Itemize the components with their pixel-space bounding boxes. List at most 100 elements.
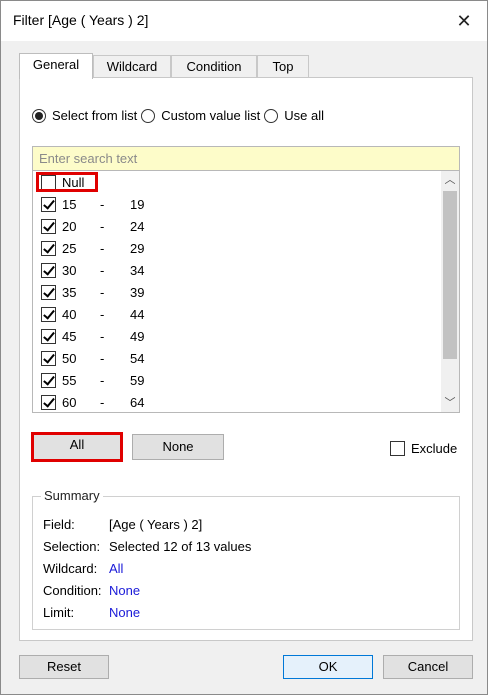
range-separator: - [100,328,105,344]
range-separator: - [100,262,105,278]
range-separator: - [100,196,105,212]
chevron-down-icon[interactable]: ﹀ [441,394,459,412]
summary-key: Condition: [43,583,102,598]
range-separator: - [100,240,105,256]
selection-mode-group: Select from list Custom value list Use a… [32,108,328,123]
radio-select-from-list-label[interactable]: Select from list [52,108,137,123]
radio-select-from-list[interactable] [32,108,46,123]
list-item[interactable]: 20 - 24 [41,215,144,237]
exclude-checkbox[interactable] [390,441,405,456]
checkbox[interactable] [41,372,56,388]
radio-use-all[interactable] [264,108,279,123]
range-from: 45 [62,328,77,344]
list-item[interactable]: 40 - 44 [41,303,144,325]
list-item-null[interactable]: Null [41,171,84,193]
list-item[interactable]: 55 - 59 [41,369,144,391]
ok-button[interactable]: OK [283,655,373,679]
checkbox[interactable] [41,262,56,278]
checkbox[interactable] [41,394,56,410]
list-scrollbar[interactable]: ︿ ﹀ [441,171,459,412]
range-to: 24 [130,218,145,234]
reset-button[interactable]: Reset [19,655,109,679]
summary-row-selection: Selection: Selected 12 of 13 values [43,539,251,554]
list-item-label: Null [62,174,85,190]
range-to: 29 [130,240,145,256]
range-from: 35 [62,284,77,300]
checkbox[interactable] [41,328,56,344]
range-from: 40 [62,306,77,322]
summary-group: Summary Field: [Age ( Years ) 2] Selecti… [32,488,460,630]
list-item[interactable]: 60 - 64 [41,391,144,413]
summary-row-limit: Limit: None [43,605,140,620]
summary-row-condition: Condition: None [43,583,140,598]
summary-value: Selected 12 of 13 values [109,539,252,554]
list-item[interactable]: 45 - 49 [41,325,144,347]
range-to: 49 [130,328,145,344]
cancel-button[interactable]: Cancel [383,655,473,679]
radio-custom-value-list[interactable] [141,108,156,123]
summary-legend: Summary [41,488,103,503]
range-to: 54 [130,350,145,366]
range-separator: - [100,394,105,410]
all-button[interactable]: All [31,432,123,462]
range-to: 59 [130,372,145,388]
tab-condition[interactable]: Condition [171,55,257,78]
summary-key: Field: [43,517,75,532]
summary-row-wildcard: Wildcard: All [43,561,123,576]
range-separator: - [100,218,105,234]
range-to: 34 [130,262,145,278]
close-icon[interactable]: ✕ [449,7,479,35]
range-from: 25 [62,240,77,256]
search-input[interactable] [32,146,460,171]
range-from: 60 [62,394,77,410]
range-separator: - [100,306,105,322]
limit-link[interactable]: None [109,605,140,620]
checkbox-null[interactable] [41,174,56,190]
exclude-label: Exclude [411,441,458,456]
range-from: 20 [62,218,77,234]
list-item[interactable]: 35 - 39 [41,281,144,303]
range-from: 55 [62,372,77,388]
condition-link[interactable]: None [109,583,140,598]
tab-general[interactable]: General [19,53,93,79]
wildcard-link[interactable]: All [109,561,123,576]
checkbox[interactable] [41,306,56,322]
summary-row-field: Field: [Age ( Years ) 2] [43,517,202,532]
general-panel: Select from list Custom value list Use a… [19,77,473,641]
none-button[interactable]: None [132,434,224,460]
checkbox[interactable] [41,350,56,366]
summary-key: Selection: [43,539,101,554]
filter-dialog: Filter [Age ( Years ) 2] ✕ General Wildc… [0,0,488,695]
range-separator: - [100,372,105,388]
range-separator: - [100,284,105,300]
range-to: 19 [130,196,145,212]
list-item[interactable]: 25 - 29 [41,237,144,259]
summary-value: [Age ( Years ) 2] [109,517,203,532]
range-separator: - [100,350,105,366]
list-item[interactable]: 30 - 34 [41,259,144,281]
tab-top[interactable]: Top [257,55,309,78]
tab-wildcard[interactable]: Wildcard [93,55,171,78]
list-item[interactable]: 50 - 54 [41,347,144,369]
checkbox[interactable] [41,196,56,212]
title-bar: Filter [Age ( Years ) 2] ✕ [1,1,487,41]
range-from: 50 [62,350,77,366]
value-list: Null 15 - 19 20 - 24 25 - 29 30 - 34 35 … [32,171,460,413]
dialog-title: Filter [Age ( Years ) 2] [13,12,149,28]
list-item[interactable]: 15 - 19 [41,193,144,215]
checkbox[interactable] [41,240,56,256]
summary-key: Wildcard: [43,561,98,576]
range-to: 64 [130,394,145,410]
radio-custom-value-list-label[interactable]: Custom value list [161,108,260,123]
checkbox[interactable] [41,218,56,234]
scroll-thumb[interactable] [443,191,457,359]
checkbox[interactable] [41,284,56,300]
range-from: 15 [62,196,77,212]
range-to: 39 [130,284,145,300]
exclude-option[interactable]: Exclude [390,441,457,456]
tab-strip: General Wildcard Condition Top [19,53,309,79]
range-to: 44 [130,306,145,322]
chevron-up-icon[interactable]: ︿ [441,171,459,189]
radio-use-all-label[interactable]: Use all [284,108,324,123]
range-from: 30 [62,262,77,278]
